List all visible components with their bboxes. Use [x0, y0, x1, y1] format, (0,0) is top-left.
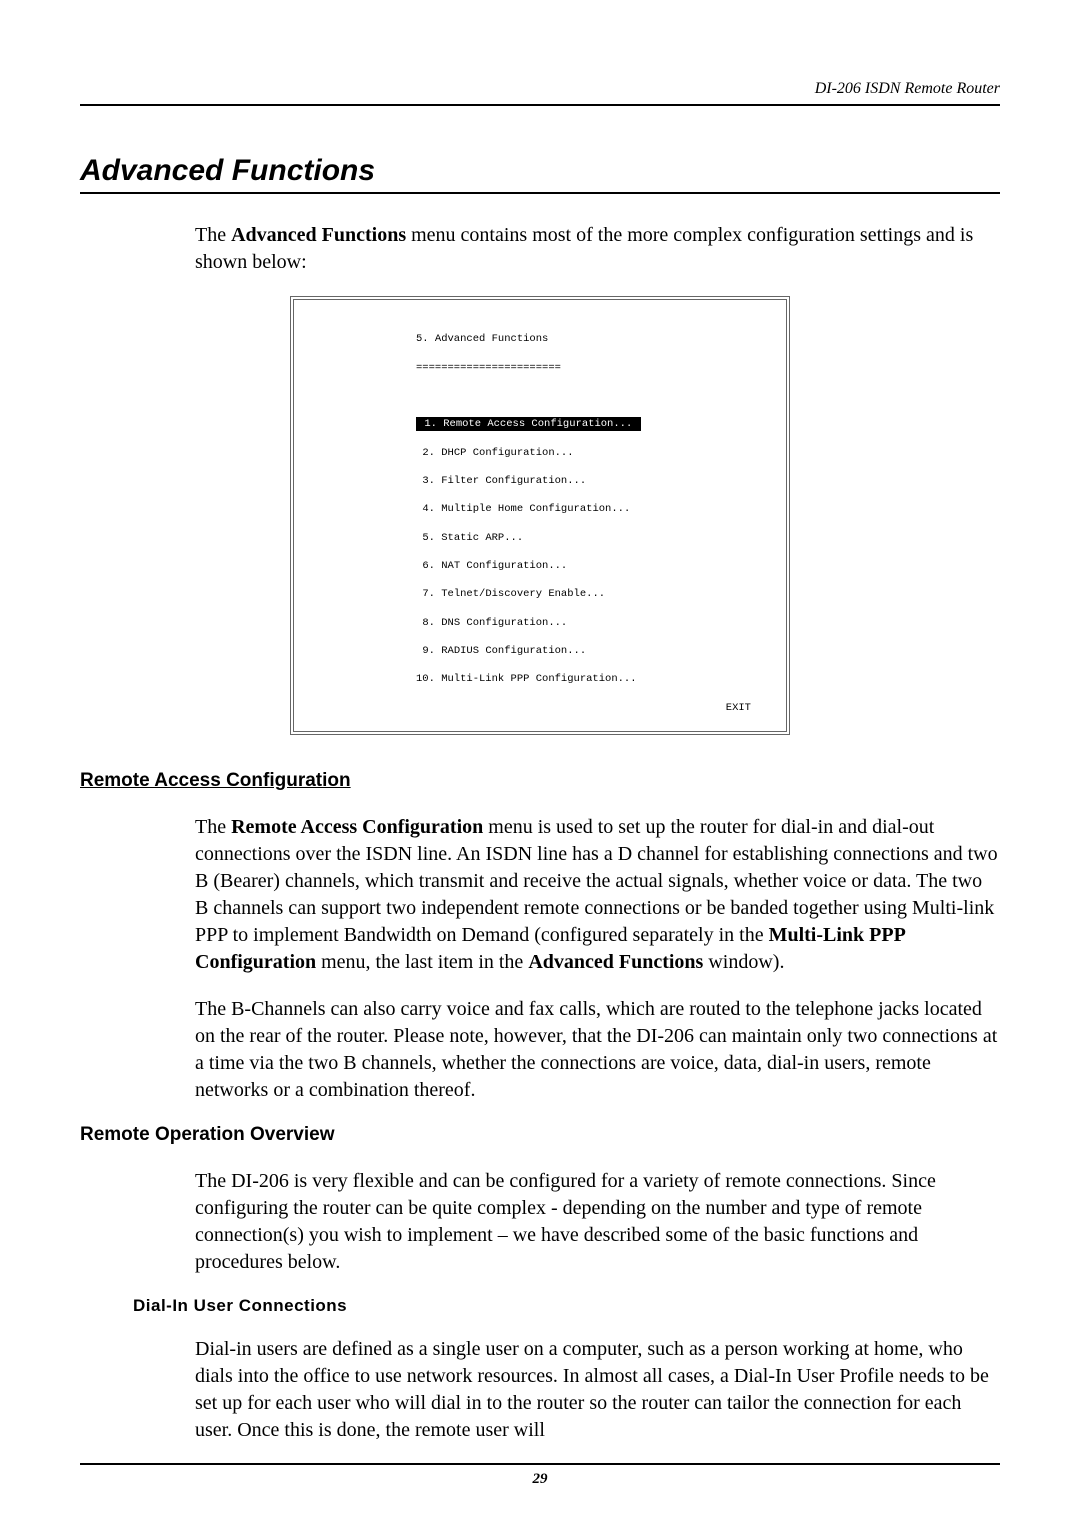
- terminal-menu-item: 2. DHCP Configuration...: [416, 446, 774, 460]
- footer-rule: [80, 1463, 1000, 1465]
- terminal-menu-item: 4. Multiple Home Configuration...: [416, 502, 774, 516]
- terminal-exit: EXIT: [726, 701, 751, 715]
- remote-access-para2: The B-Channels can also carry voice and …: [195, 996, 1000, 1104]
- terminal-menu-item: 9. RADIUS Configuration...: [416, 644, 774, 658]
- terminal-menu-item-selected: 1. Remote Access Configuration...: [416, 417, 641, 431]
- remote-operation-para1: The DI-206 is very flexible and can be c…: [195, 1168, 1000, 1276]
- title-underline: [80, 192, 1000, 194]
- terminal-menu-item: 5. Static ARP...: [416, 531, 774, 545]
- page-number: 29: [80, 1471, 1000, 1488]
- subsection-heading-dialin: Dial-In User Connections: [133, 1296, 1000, 1316]
- terminal-menu-item: 7. Telnet/Discovery Enable...: [416, 587, 774, 601]
- terminal-menu-item: 10. Multi-Link PPP Configuration...: [416, 672, 774, 686]
- section-heading-remote-operation: Remote Operation Overview: [80, 1124, 1000, 1146]
- intro-paragraph: The Advanced Functions menu contains mos…: [195, 222, 1000, 276]
- terminal-menu-item: 3. Filter Configuration...: [416, 474, 774, 488]
- terminal-screenshot: 5. Advanced Functions ==================…: [290, 296, 790, 735]
- terminal-underline: =======================: [416, 361, 774, 375]
- dialin-para1: Dial-in users are defined as a single us…: [195, 1336, 1000, 1444]
- terminal-title: 5. Advanced Functions: [416, 332, 774, 346]
- header-rule: [80, 104, 1000, 106]
- page-footer: 29: [80, 1463, 1000, 1488]
- running-header: DI-206 ISDN Remote Router: [80, 80, 1000, 98]
- terminal-content: 5. Advanced Functions ==================…: [306, 318, 774, 715]
- page-title: Advanced Functions: [80, 154, 1000, 188]
- terminal-menu-item: 6. NAT Configuration...: [416, 559, 774, 573]
- section-heading-remote-access: Remote Access Configuration: [80, 770, 1000, 792]
- terminal-menu-item: 8. DNS Configuration...: [416, 616, 774, 630]
- remote-access-para1: The Remote Access Configuration menu is …: [195, 814, 1000, 976]
